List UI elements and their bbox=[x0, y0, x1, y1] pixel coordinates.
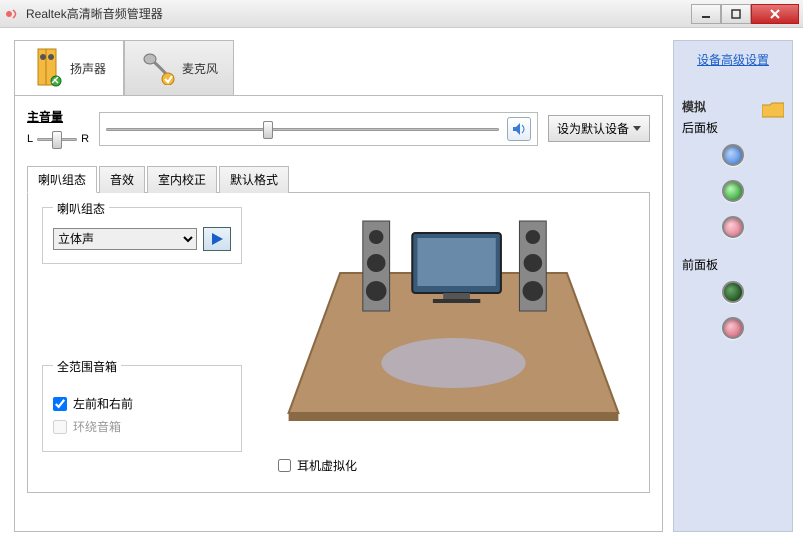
subtab-room[interactable]: 室内校正 bbox=[147, 166, 217, 193]
jack-front-out[interactable] bbox=[722, 281, 744, 303]
jack-front-mic[interactable] bbox=[722, 317, 744, 339]
volume-row: 主音量 L R bbox=[27, 108, 650, 149]
headphone-virt-checkbox[interactable] bbox=[278, 459, 291, 472]
microphone-icon bbox=[140, 49, 176, 88]
front-lr-checkbox[interactable] bbox=[53, 397, 67, 411]
minimize-button[interactable] bbox=[691, 4, 721, 24]
advanced-settings-link[interactable]: 设备高级设置 bbox=[682, 51, 784, 68]
subtab-config[interactable]: 喇叭组态 bbox=[27, 166, 97, 193]
app-icon bbox=[4, 6, 20, 22]
maximize-button[interactable] bbox=[721, 4, 751, 24]
balance-block: 主音量 L R bbox=[27, 108, 89, 149]
titlebar: Realtek高清晰音频管理器 bbox=[0, 0, 803, 28]
set-default-button[interactable]: 设为默认设备 bbox=[548, 115, 650, 142]
right-panel: 设备高级设置 模拟 后面板 前面板 bbox=[673, 40, 793, 532]
close-button[interactable] bbox=[751, 4, 799, 24]
full-range-title: 全范围音箱 bbox=[53, 358, 121, 375]
test-play-button[interactable] bbox=[203, 227, 231, 251]
tab-mic-label: 麦克风 bbox=[182, 60, 218, 77]
room-visualization bbox=[268, 203, 639, 433]
front-lr-label: 左前和右前 bbox=[73, 395, 133, 412]
main-volume-label: 主音量 bbox=[27, 108, 89, 125]
jack-mic[interactable] bbox=[722, 216, 744, 238]
volume-box bbox=[99, 112, 538, 146]
sub-tabs: 喇叭组态 音效 室内校正 默认格式 bbox=[27, 165, 650, 193]
main-area: 扬声器 麦克风 主音量 L R bbox=[14, 40, 663, 532]
jack-line-out[interactable] bbox=[722, 180, 744, 202]
balance-left-label: L bbox=[27, 133, 33, 145]
window-title: Realtek高清晰音频管理器 bbox=[26, 5, 691, 22]
back-panel-label: 后面板 bbox=[682, 119, 784, 136]
surround-label: 环绕音箱 bbox=[73, 418, 121, 435]
mute-button[interactable] bbox=[507, 117, 531, 141]
speaker-icon bbox=[32, 47, 64, 90]
speaker-config-title: 喇叭组态 bbox=[53, 200, 109, 217]
headphone-virt-row[interactable]: 耳机虚拟化 bbox=[278, 457, 357, 474]
speaker-config-select[interactable]: 立体声 bbox=[53, 228, 197, 250]
window-buttons bbox=[691, 4, 799, 24]
back-panel-jacks bbox=[682, 144, 784, 238]
balance-right-label: R bbox=[81, 133, 89, 145]
front-lr-checkbox-row[interactable]: 左前和右前 bbox=[53, 395, 231, 412]
tab-content: 喇叭组态 立体声 bbox=[27, 193, 650, 493]
jack-line-in[interactable] bbox=[722, 144, 744, 166]
content-card: 主音量 L R bbox=[14, 95, 663, 532]
tab-speaker[interactable]: 扬声器 bbox=[14, 40, 124, 96]
folder-icon[interactable] bbox=[762, 101, 784, 119]
tab-microphone[interactable]: 麦克风 bbox=[124, 40, 234, 96]
front-panel-label: 前面板 bbox=[682, 256, 784, 273]
device-tabs: 扬声器 麦克风 bbox=[14, 40, 663, 96]
volume-slider[interactable] bbox=[106, 119, 499, 139]
surround-checkbox bbox=[53, 420, 67, 434]
set-default-label: 设为默认设备 bbox=[557, 120, 629, 137]
subtab-effects[interactable]: 音效 bbox=[99, 166, 145, 193]
surround-checkbox-row: 环绕音箱 bbox=[53, 418, 231, 435]
tab-speaker-label: 扬声器 bbox=[70, 60, 106, 77]
headphone-virt-label: 耳机虚拟化 bbox=[297, 457, 357, 474]
balance-slider[interactable] bbox=[37, 129, 77, 149]
full-range-group: 全范围音箱 左前和右前 环绕音箱 bbox=[42, 365, 242, 452]
main-frame: 设备高级设置 模拟 后面板 前面板 扬声器 bbox=[0, 28, 803, 542]
front-panel-jacks bbox=[682, 281, 784, 339]
speaker-config-group: 喇叭组态 立体声 bbox=[42, 207, 242, 264]
subtab-format[interactable]: 默认格式 bbox=[219, 166, 289, 193]
chevron-down-icon bbox=[633, 126, 641, 131]
